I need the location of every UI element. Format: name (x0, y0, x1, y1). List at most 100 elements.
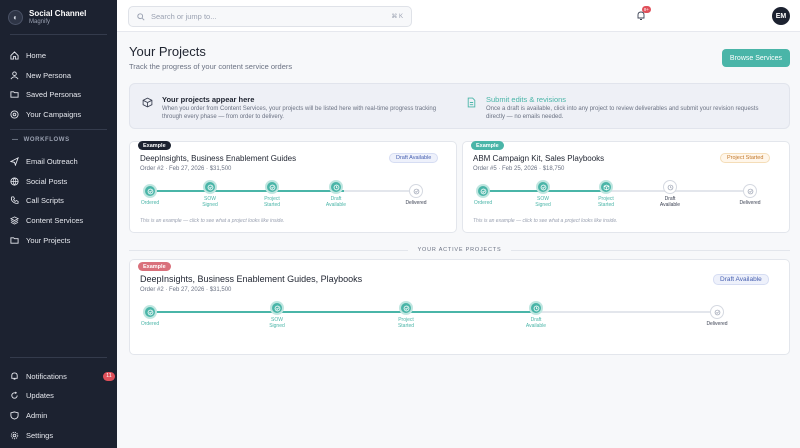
sidebar-item-saved-personas[interactable]: Saved Personas (10, 87, 110, 101)
status-badge: Draft Available (389, 153, 439, 163)
folder-icon (10, 236, 19, 245)
timeline-progress-line (150, 311, 536, 313)
step-label: SOW Signed (202, 196, 218, 208)
sidebar-item-label: Social Posts (26, 176, 68, 186)
timeline-step: Project Started (252, 180, 292, 208)
notification-badge: 9+ (642, 6, 651, 13)
divider-line (129, 249, 408, 251)
project-meta: Order #2 · Feb 27, 2026 · $31,500 (140, 287, 232, 293)
sidebar-item-settings[interactable]: Settings (10, 428, 110, 442)
check-circle-icon (265, 180, 279, 194)
info-title: Your projects appear here (162, 95, 255, 104)
info-block-projects: Your projects appear here When you order… (140, 95, 452, 121)
timeline-step: SOW Signed (523, 180, 563, 208)
brand-sub: Magnify (29, 19, 51, 25)
notification-count-badge: 11 (103, 371, 115, 381)
sidebar-item-email-outreach[interactable]: Email Outreach (10, 154, 110, 168)
sidebar-item-label: Home (26, 50, 47, 60)
check-circle-icon (536, 180, 550, 194)
user-icon (10, 70, 19, 80)
sidebar-item-your-campaigns[interactable]: Your Campaigns (10, 107, 110, 121)
project-title: DeepInsights, Business Enablement Guides (140, 154, 297, 163)
clock-icon (529, 301, 543, 315)
workflows-section-label: — WORKFLOWS (12, 137, 70, 143)
step-label: Project Started (397, 317, 415, 329)
sidebar-item-new-persona[interactable]: New Persona (10, 68, 110, 82)
check-circle-icon (270, 301, 284, 315)
sidebar-item-label: Email Outreach (26, 156, 78, 166)
sidebar-item-social-posts[interactable]: Social Posts (10, 174, 110, 188)
phone-icon (10, 195, 19, 205)
sidebar-item-label: Updates (26, 390, 54, 400)
sidebar-item-admin[interactable]: Admin (10, 408, 110, 422)
timeline-step: Project Started (586, 180, 626, 208)
step-label: Ordered (140, 200, 160, 206)
sidebar-item-your-projects[interactable]: Your Projects (10, 233, 110, 247)
pending-check-icon (743, 184, 757, 198)
avatar[interactable]: EM (772, 7, 790, 25)
timeline-progress-line (150, 190, 344, 192)
section-label-text: WORKFLOWS (23, 137, 70, 143)
target-icon (10, 109, 19, 119)
sidebar-item-label: Admin (26, 410, 48, 420)
document-icon (464, 95, 478, 109)
sidebar-item-updates[interactable]: Updates (10, 388, 110, 402)
sidebar-item-label: Your Campaigns (26, 109, 82, 119)
step-label: SOW Signed (269, 317, 285, 329)
sidebar-item-home[interactable]: Home (10, 48, 110, 62)
sidebar-item-label: Call Scripts (26, 195, 64, 205)
project-title: ABM Campaign Kit, Sales Playbooks (473, 154, 605, 163)
timeline-step: Ordered (463, 184, 503, 206)
project-card-example[interactable]: Example ABM Campaign Kit, Sales Playbook… (462, 141, 790, 233)
search-shortcut: ⌘ K (391, 14, 403, 20)
timeline-step: Ordered (130, 184, 170, 206)
timeline-step: Draft Available (516, 301, 556, 329)
step-label: Delivered (739, 200, 761, 206)
sidebar-item-call-scripts[interactable]: Call Scripts (10, 193, 110, 207)
active-projects-divider: YOUR ACTIVE PROJECTS (129, 245, 791, 255)
check-circle-icon (143, 305, 157, 319)
example-footnote: This is an example — click to see what a… (473, 218, 618, 224)
pending-check-icon (710, 305, 724, 319)
search-input[interactable]: Search or jump to... ⌘ K (128, 6, 412, 27)
step-label: Ordered (140, 321, 160, 327)
sidebar-divider (10, 357, 107, 358)
active-projects-label: YOUR ACTIVE PROJECTS (417, 247, 502, 253)
box-icon (140, 95, 154, 109)
send-icon (10, 156, 19, 166)
browse-services-button[interactable]: Browse Services (722, 49, 790, 67)
project-meta: Order #2 · Feb 27, 2026 · $31,500 (140, 166, 232, 172)
sidebar-divider (10, 34, 107, 35)
timeline-step: Delivered (730, 184, 770, 206)
example-pill: Example (471, 141, 504, 150)
step-label: Delivered (405, 200, 427, 206)
project-card-example[interactable]: Example DeepInsights, Business Enablemen… (129, 141, 457, 233)
sidebar-item-notifications[interactable]: Notifications 11 (10, 369, 115, 383)
bell-icon (10, 371, 19, 381)
check-circle-icon (476, 184, 490, 198)
example-footnote: This is an example — click to see what a… (140, 218, 285, 224)
refresh-icon (10, 391, 19, 400)
divider-line (511, 249, 791, 251)
sidebar-item-label: Saved Personas (26, 89, 82, 99)
timeline-step: Delivered (697, 305, 737, 327)
brand[interactable]: ◐ Social Channel Magnify (8, 9, 86, 26)
info-title: Submit edits & revisions (486, 95, 567, 104)
timeline-step: Project Started (386, 301, 426, 329)
timeline-step: SOW Signed (257, 301, 297, 329)
sidebar-item-content-services[interactable]: Content Services (10, 213, 110, 227)
sidebar: ◐ Social Channel Magnify Home New Person… (0, 0, 117, 448)
timeline-step: Draft Available (650, 180, 690, 208)
sidebar-item-label: Your Projects (26, 235, 71, 245)
info-block-revisions: Submit edits & revisions Once a draft is… (464, 95, 776, 121)
page-subtitle: Track the progress of your content servi… (129, 62, 293, 71)
step-label: Ordered (473, 200, 493, 206)
project-card-active[interactable]: Example DeepInsights, Business Enablemen… (129, 259, 790, 355)
check-circle-icon (203, 180, 217, 194)
clock-icon (663, 180, 677, 194)
globe-icon (10, 176, 19, 186)
page-title: Your Projects (129, 44, 206, 59)
sidebar-item-label: New Persona (26, 70, 72, 80)
box-icon (599, 180, 613, 194)
step-label: Draft Available (659, 196, 681, 208)
